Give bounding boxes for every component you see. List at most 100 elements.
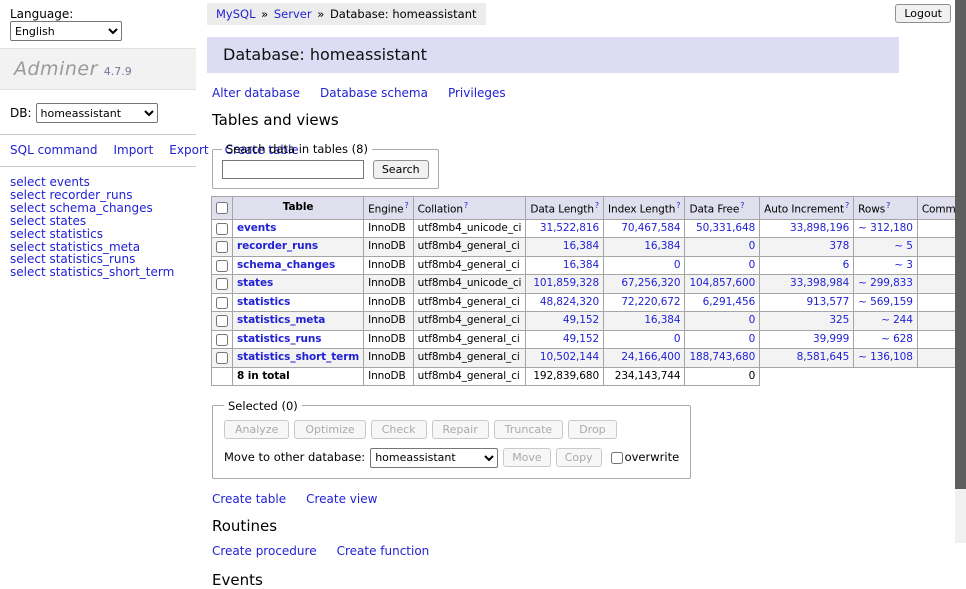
scrollbar-thumb[interactable] [955, 0, 966, 489]
data-free-link[interactable]: 50,331,648 [696, 222, 755, 234]
db-select[interactable]: homeassistant [36, 103, 158, 123]
rows-link[interactable]: ~ 3 [894, 259, 913, 271]
logout-button[interactable]: Logout [895, 4, 951, 23]
help-link[interactable]: ? [595, 201, 599, 210]
sidebar-item-select-statistics-short-term[interactable]: select statistics_short_term [10, 266, 186, 279]
index-length-link[interactable]: 70,467,584 [621, 222, 680, 234]
auto-increment-link[interactable]: 913,577 [806, 296, 849, 308]
data-free-cell: 104,857,600 [685, 275, 760, 294]
sidebar-item-select-statistics[interactable]: select statistics [10, 228, 186, 241]
rows-link[interactable]: ~ 312,180 [858, 222, 913, 234]
language-select[interactable]: English [10, 21, 122, 41]
auto-increment-link[interactable]: 33,898,196 [790, 222, 849, 234]
sidebar-item-select-schema-changes[interactable]: select schema_changes [10, 202, 186, 215]
data-free-link[interactable]: 0 [749, 259, 756, 271]
move-db-select[interactable]: homeassistant [370, 448, 498, 468]
data-length-link[interactable]: 16,384 [563, 259, 599, 271]
adminer-logo[interactable]: Adminer 4.7.9 [0, 48, 196, 90]
table-link-statistics-meta[interactable]: statistics_meta [237, 314, 325, 326]
row-checkbox[interactable] [216, 297, 228, 309]
search-input[interactable] [222, 160, 364, 179]
data-free-link[interactable]: 0 [749, 314, 756, 326]
data-length-link[interactable]: 31,522,816 [540, 222, 599, 234]
copy-button[interactable]: Copy [556, 448, 602, 467]
help-link[interactable]: ? [405, 201, 409, 210]
rows-link[interactable]: ~ 299,833 [858, 277, 913, 289]
rows-link[interactable]: ~ 628 [881, 333, 913, 345]
table-link-statistics[interactable]: statistics [237, 296, 290, 308]
row-checkbox[interactable] [216, 260, 228, 272]
sidebar-item-select-recorder-runs[interactable]: select recorder_runs [10, 189, 186, 202]
row-checkbox[interactable] [216, 223, 228, 235]
help-link[interactable]: ? [845, 201, 849, 210]
index-length-link[interactable]: 0 [674, 333, 681, 345]
table-link-events[interactable]: events [237, 222, 276, 234]
row-checkbox[interactable] [216, 278, 228, 290]
table-link-recorder-runs[interactable]: recorder_runs [237, 240, 318, 252]
data-free-link[interactable]: 0 [749, 333, 756, 345]
data-length-link[interactable]: 48,824,320 [540, 296, 599, 308]
row-checkbox[interactable] [216, 352, 228, 364]
link-create-table[interactable]: Create table [212, 492, 286, 506]
help-link[interactable]: ? [886, 201, 890, 210]
truncate-button[interactable]: Truncate [494, 420, 563, 439]
rows-link[interactable]: ~ 244 [881, 314, 913, 326]
link-create-function[interactable]: Create function [337, 544, 430, 558]
scrollbar[interactable] [955, 0, 966, 543]
overwrite-checkbox[interactable] [611, 452, 623, 464]
sidebar-link-import[interactable]: Import [113, 143, 153, 157]
link-privileges[interactable]: Privileges [448, 86, 506, 100]
optimize-button[interactable]: Optimize [294, 420, 365, 439]
link-database-schema[interactable]: Database schema [320, 86, 428, 100]
table-link-states[interactable]: states [237, 277, 273, 289]
link-alter-database[interactable]: Alter database [212, 86, 300, 100]
data-free-link[interactable]: 188,743,680 [689, 351, 755, 363]
rows-link[interactable]: ~ 136,108 [858, 351, 913, 363]
data-length-link[interactable]: 49,152 [563, 333, 599, 345]
search-button[interactable]: Search [373, 160, 429, 179]
auto-increment-link[interactable]: 378 [829, 240, 849, 252]
rows-link[interactable]: ~ 569,159 [858, 296, 913, 308]
table-link-statistics-short-term[interactable]: statistics_short_term [237, 351, 359, 363]
index-length-link[interactable]: 72,220,672 [621, 296, 680, 308]
help-link[interactable]: ? [676, 201, 680, 210]
check-button[interactable]: Check [371, 420, 427, 439]
auto-increment-link[interactable]: 8,581,645 [797, 351, 850, 363]
auto-increment-link[interactable]: 39,999 [813, 333, 849, 345]
analyze-button[interactable]: Analyze [224, 420, 289, 439]
table-link-schema-changes[interactable]: schema_changes [237, 259, 335, 271]
auto-increment-link[interactable]: 6 [843, 259, 850, 271]
breadcrumb-server[interactable]: Server [274, 7, 312, 21]
auto-increment-link[interactable]: 325 [829, 314, 849, 326]
index-length-link[interactable]: 67,256,320 [621, 277, 680, 289]
select-all-checkbox[interactable] [216, 202, 228, 214]
sidebar-link-sql-command[interactable]: SQL command [10, 143, 97, 157]
auto-increment-link[interactable]: 33,398,984 [790, 277, 849, 289]
rows-link[interactable]: ~ 5 [894, 240, 913, 252]
table-link-statistics-runs[interactable]: statistics_runs [237, 333, 321, 345]
index-length-link[interactable]: 16,384 [644, 314, 680, 326]
data-length-link[interactable]: 16,384 [563, 240, 599, 252]
row-checkbox[interactable] [216, 241, 228, 253]
row-checkbox[interactable] [216, 334, 228, 346]
breadcrumb-mysql[interactable]: MySQL [216, 7, 256, 21]
help-link[interactable]: ? [464, 201, 468, 210]
link-create-procedure[interactable]: Create procedure [212, 544, 317, 558]
help-link[interactable]: ? [740, 201, 744, 210]
row-checkbox[interactable] [216, 315, 228, 327]
repair-button[interactable]: Repair [432, 420, 489, 439]
move-button[interactable]: Move [503, 448, 551, 467]
data-free-link[interactable]: 6,291,456 [703, 296, 756, 308]
sidebar-item-select-events[interactable]: select events [10, 176, 186, 189]
index-length-link[interactable]: 24,166,400 [621, 351, 680, 363]
link-create-view[interactable]: Create view [306, 492, 377, 506]
index-length-link[interactable]: 0 [674, 259, 681, 271]
data-length-link[interactable]: 10,502,144 [540, 351, 599, 363]
drop-button[interactable]: Drop [568, 420, 616, 439]
data-length-link[interactable]: 101,859,328 [533, 277, 599, 289]
sidebar-item-select-states[interactable]: select states [10, 215, 186, 228]
data-length-link[interactable]: 49,152 [563, 314, 599, 326]
data-free-link[interactable]: 0 [749, 240, 756, 252]
index-length-link[interactable]: 16,384 [644, 240, 680, 252]
data-free-link[interactable]: 104,857,600 [689, 277, 755, 289]
